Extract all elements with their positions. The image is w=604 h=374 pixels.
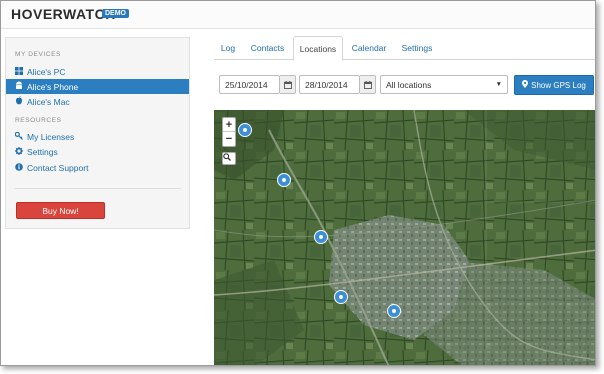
sidebar-item-settings[interactable]: Settings [6,144,189,159]
top-header: HOVERWATCH DEMO [1,1,595,29]
location-select[interactable]: All locations ▼ [380,75,508,94]
sidebar-divider [15,188,181,189]
sidebar-item-alices-pc[interactable]: Alice's PC [6,64,189,79]
android-icon [14,81,23,92]
map-view[interactable]: + − [214,110,595,365]
date-from-input[interactable]: 25/10/2014 [219,75,280,94]
location-marker-icon[interactable] [277,173,291,187]
zoom-out-button[interactable]: − [223,132,235,146]
location-marker-icon[interactable] [314,230,328,244]
map-marker-icon [522,80,529,90]
demo-badge: DEMO [102,9,129,18]
resources-heading: RESOURCES [15,117,62,124]
location-marker-icon[interactable] [387,304,401,318]
zoom-in-button[interactable]: + [223,118,235,132]
zoom-control: + − [222,117,236,147]
info-icon [14,162,23,173]
sidebar-item-contact-support[interactable]: Contact Support [6,160,189,175]
sidebar: MY DEVICES Alice's PC Alice's Phone Alic… [5,37,190,229]
my-devices-heading: MY DEVICES [15,51,61,58]
tab-settings[interactable]: Settings [397,36,437,60]
tab-contacts[interactable]: Contacts [245,36,290,60]
sidebar-item-alices-mac[interactable]: Alice's Mac [6,94,189,109]
key-icon [14,131,23,142]
app-window: HOVERWATCH DEMO MY DEVICES Alice's PC Al… [0,0,596,366]
chevron-down-icon: ▼ [495,81,502,88]
sidebar-item-label: Alice's PC [27,66,66,77]
sidebar-item-label: Contact Support [27,162,89,173]
buy-now-button[interactable]: Buy Now! [16,202,105,219]
tab-calendar[interactable]: Calendar [348,36,390,60]
location-select-value: All locations [386,79,432,90]
windows-icon [14,66,23,77]
gear-icon [14,146,23,157]
calendar-icon[interactable] [360,75,376,94]
map-search-button[interactable] [222,152,236,165]
app-logo[interactable]: HOVERWATCH [11,6,116,22]
sidebar-item-label: Settings [27,146,58,157]
tab-bar: Log Contacts Locations Calendar Settings [214,36,595,61]
sidebar-item-label: Alice's Phone [27,81,79,92]
sidebar-item-my-licenses[interactable]: My Licenses [6,129,189,144]
sidebar-item-label: My Licenses [27,131,75,142]
gps-button-label: Show GPS Log [531,80,586,90]
date-to-input[interactable]: 28/10/2014 [299,75,360,94]
sidebar-item-label: Alice's Mac [27,96,70,107]
location-marker-icon[interactable] [238,123,252,137]
sidebar-item-alices-phone[interactable]: Alice's Phone [6,79,189,94]
show-gps-log-button[interactable]: Show GPS Log [514,75,594,95]
location-marker-icon[interactable] [334,290,348,304]
satellite-map-image [214,110,595,365]
apple-icon [14,96,23,107]
tab-locations[interactable]: Locations [293,36,343,61]
calendar-icon[interactable] [280,75,296,94]
tab-log[interactable]: Log [216,36,240,60]
